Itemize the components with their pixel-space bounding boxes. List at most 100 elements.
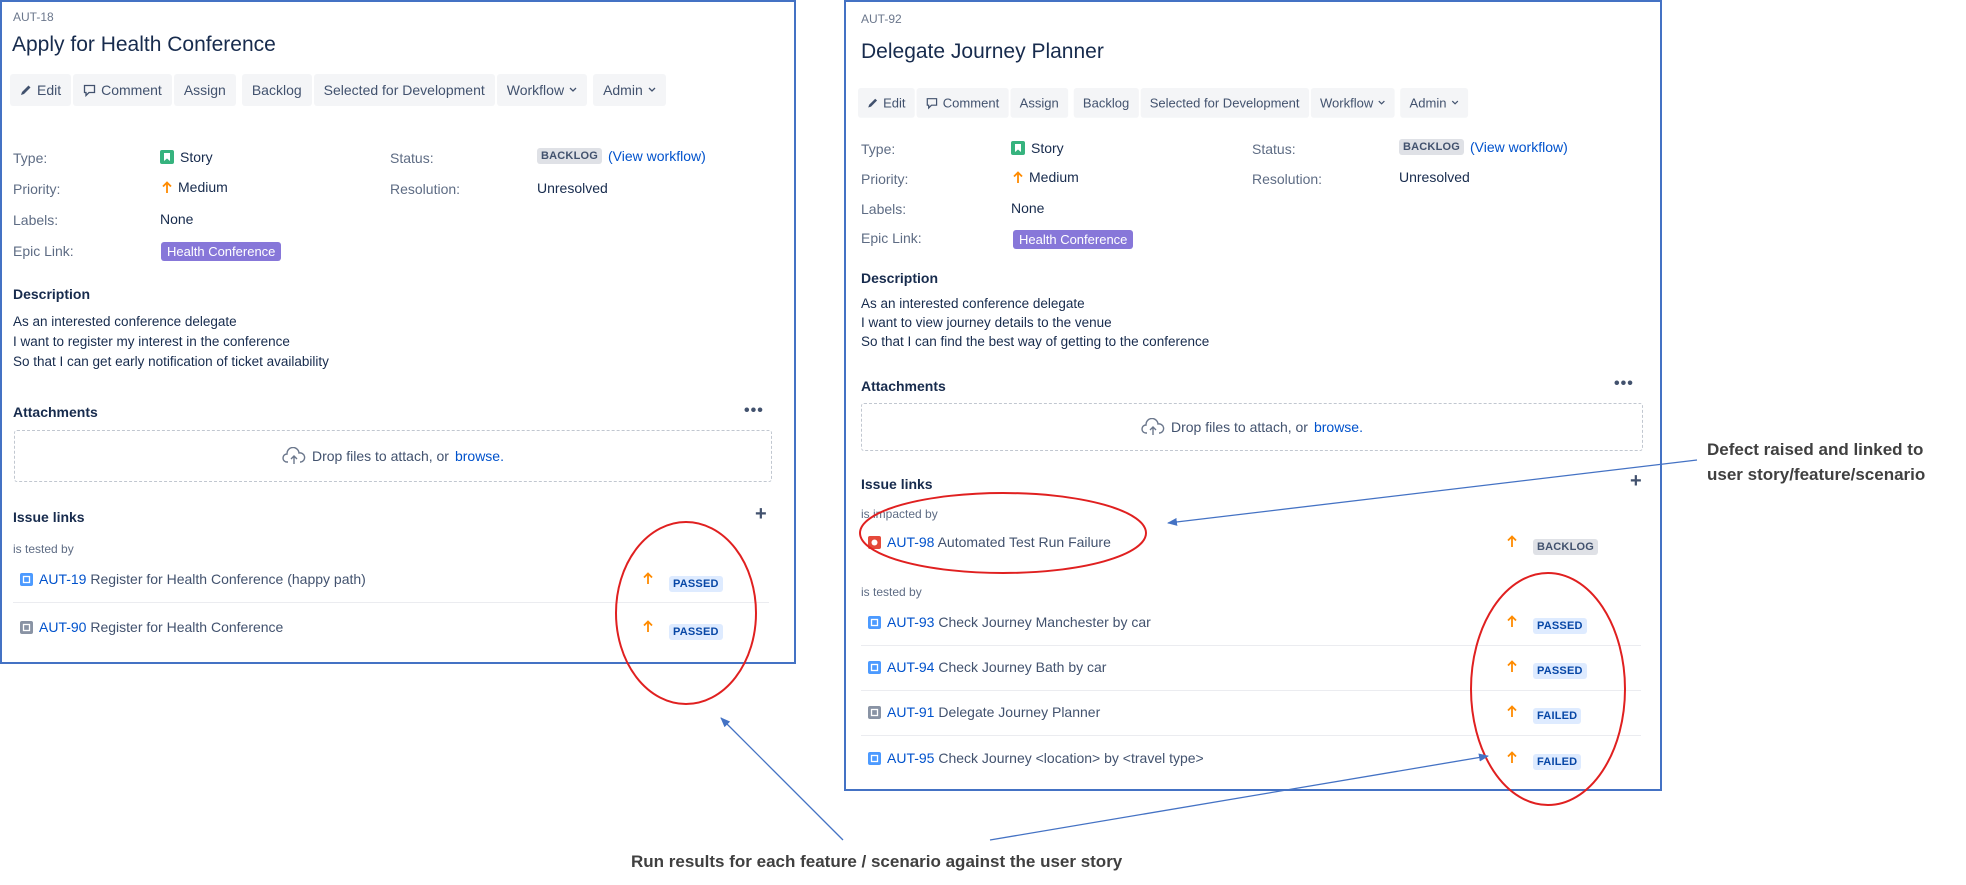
comment-button[interactable]: Comment bbox=[916, 88, 1009, 118]
selected-for-development-button[interactable]: Selected for Development bbox=[1140, 88, 1309, 118]
issue-link-summary[interactable]: Check Journey Manchester by car bbox=[938, 614, 1150, 630]
attachment-dropzone[interactable]: Drop files to attach, or browse. bbox=[14, 430, 772, 482]
add-icon[interactable]: + bbox=[1630, 470, 1642, 493]
comment-icon bbox=[83, 84, 96, 97]
issue-links-heading: Issue links bbox=[13, 509, 85, 525]
edit-button[interactable]: Edit bbox=[858, 88, 915, 118]
issue-link-summary[interactable]: Check Journey <location> by <travel type… bbox=[938, 750, 1203, 766]
upload-cloud-icon bbox=[282, 447, 306, 464]
priority-label: Priority: bbox=[861, 171, 909, 187]
issue-link-row[interactable]: AUT-93 Check Journey Manchester by car bbox=[868, 614, 1151, 630]
add-icon[interactable]: + bbox=[755, 503, 767, 526]
more-icon[interactable]: ••• bbox=[1614, 375, 1634, 393]
assign-button[interactable]: Assign bbox=[173, 74, 236, 106]
issue-link-key[interactable]: AUT-19 bbox=[39, 571, 86, 587]
browse-link[interactable]: browse. bbox=[455, 448, 504, 464]
labels-value: None bbox=[160, 211, 194, 227]
issue-key[interactable]: AUT-92 bbox=[861, 12, 902, 26]
defect-annotation-line: user story/feature/scenario bbox=[1707, 465, 1926, 484]
status-lozenge: BACKLOG bbox=[1399, 139, 1465, 155]
test-icon bbox=[868, 615, 881, 629]
row-divider bbox=[861, 690, 1641, 691]
priority-text: Medium bbox=[1029, 169, 1079, 185]
link-group-label: is impacted by bbox=[861, 507, 938, 521]
issue-link-summary[interactable]: Automated Test Run Failure bbox=[938, 534, 1111, 550]
issue-link-key[interactable]: AUT-95 bbox=[887, 750, 934, 766]
status-value: BACKLOG (View workflow) bbox=[537, 148, 706, 164]
backlog-button[interactable]: Backlog bbox=[241, 74, 312, 106]
status-label: Status: bbox=[1252, 141, 1296, 157]
type-label: Type: bbox=[13, 150, 48, 166]
assign-button[interactable]: Assign bbox=[1010, 88, 1069, 118]
backlog-button[interactable]: Backlog bbox=[1073, 88, 1139, 118]
issue-link-summary[interactable]: Register for Health Conference (happy pa… bbox=[90, 571, 365, 587]
comment-button[interactable]: Comment bbox=[73, 74, 172, 106]
status-lozenge: PASSED bbox=[669, 624, 723, 640]
comment-label: Comment bbox=[942, 95, 1000, 111]
issue-link-row[interactable]: AUT-95 Check Journey <location> by <trav… bbox=[868, 750, 1204, 766]
admin-label: Admin bbox=[1409, 95, 1447, 111]
issue-key[interactable]: AUT-18 bbox=[13, 10, 54, 24]
issue-links-heading: Issue links bbox=[861, 476, 933, 492]
priority-medium-icon bbox=[1507, 751, 1517, 763]
issue-link-summary[interactable]: Delegate Journey Planner bbox=[938, 704, 1100, 720]
browse-link[interactable]: browse. bbox=[1314, 419, 1363, 435]
description-heading: Description bbox=[13, 286, 91, 302]
issue-link-row[interactable]: AUT-98 Automated Test Run Failure bbox=[868, 534, 1111, 550]
more-icon[interactable]: ••• bbox=[744, 402, 764, 420]
chevron-down-icon bbox=[569, 87, 577, 92]
issue-link-row[interactable]: AUT-90 Register for Health Conference bbox=[20, 619, 283, 635]
resolution-label: Resolution: bbox=[390, 181, 461, 197]
link-group-label: is tested by bbox=[861, 585, 922, 599]
issue-link-key[interactable]: AUT-90 bbox=[39, 619, 86, 635]
attachments-heading: Attachments bbox=[861, 378, 946, 394]
issue-panel-aut-18: AUT-18 Apply for Health Conference Edit … bbox=[0, 0, 796, 664]
epic-link-label: Epic Link: bbox=[13, 243, 74, 259]
labels-label: Labels: bbox=[861, 201, 907, 217]
status-lozenge: BACKLOG bbox=[537, 148, 603, 164]
issue-link-row[interactable]: AUT-94 Check Journey Bath by car bbox=[868, 659, 1106, 675]
selected-for-development-button[interactable]: Selected for Development bbox=[313, 74, 495, 106]
test-icon bbox=[20, 572, 33, 586]
admin-dropdown[interactable]: Admin bbox=[593, 74, 666, 106]
issue-link-key[interactable]: AUT-93 bbox=[887, 614, 934, 630]
priority-medium-icon bbox=[643, 572, 653, 584]
row-divider bbox=[861, 645, 1641, 646]
issue-link-row[interactable]: AUT-91 Delegate Journey Planner bbox=[868, 704, 1100, 720]
workflow-dropdown[interactable]: Workflow bbox=[1310, 88, 1395, 118]
edit-actions: Edit Comment Assign bbox=[10, 74, 236, 106]
issue-link-row[interactable]: AUT-19 Register for Health Conference (h… bbox=[20, 571, 366, 587]
test-icon bbox=[868, 660, 881, 674]
issue-link-summary[interactable]: Check Journey Bath by car bbox=[938, 659, 1106, 675]
description-body[interactable]: As an interested conference delegate I w… bbox=[13, 312, 329, 372]
transition-actions: Backlog Selected for Development Workflo… bbox=[241, 74, 588, 106]
description-line: So that I can get early notification of … bbox=[13, 354, 329, 369]
workflow-dropdown[interactable]: Workflow bbox=[496, 74, 588, 106]
arrow-left-results bbox=[720, 717, 844, 841]
edit-label: Edit bbox=[883, 95, 906, 111]
attachment-dropzone[interactable]: Drop files to attach, or browse. bbox=[861, 403, 1643, 451]
epic-link-lozenge[interactable]: Health Conference bbox=[161, 242, 282, 261]
issue-link-key[interactable]: AUT-94 bbox=[887, 659, 934, 675]
description-line: I want to view journey details to the ve… bbox=[861, 315, 1112, 330]
priority-text: Medium bbox=[178, 179, 228, 195]
issue-link-summary[interactable]: Register for Health Conference bbox=[90, 619, 283, 635]
story-icon bbox=[1011, 141, 1025, 155]
description-body[interactable]: As an interested conference delegate I w… bbox=[861, 294, 1209, 351]
resolution-value: Unresolved bbox=[537, 180, 608, 196]
admin-dropdown[interactable]: Admin bbox=[1400, 88, 1468, 118]
issue-title: Delegate Journey Planner bbox=[861, 40, 1104, 63]
issue-link-key[interactable]: AUT-91 bbox=[887, 704, 934, 720]
view-workflow-link[interactable]: (View workflow) bbox=[1470, 139, 1568, 155]
view-workflow-link[interactable]: (View workflow) bbox=[608, 148, 706, 164]
type-label: Type: bbox=[861, 141, 896, 157]
chevron-down-icon bbox=[1378, 100, 1385, 105]
edit-button[interactable]: Edit bbox=[10, 74, 72, 106]
epic-link-lozenge[interactable]: Health Conference bbox=[1013, 230, 1134, 249]
issue-link-key[interactable]: AUT-98 bbox=[887, 534, 934, 550]
priority-medium-icon bbox=[162, 180, 172, 193]
description-line: So that I can find the best way of getti… bbox=[861, 334, 1210, 349]
edit-label: Edit bbox=[37, 82, 62, 98]
description-heading: Description bbox=[861, 270, 939, 286]
test-icon bbox=[868, 751, 881, 765]
